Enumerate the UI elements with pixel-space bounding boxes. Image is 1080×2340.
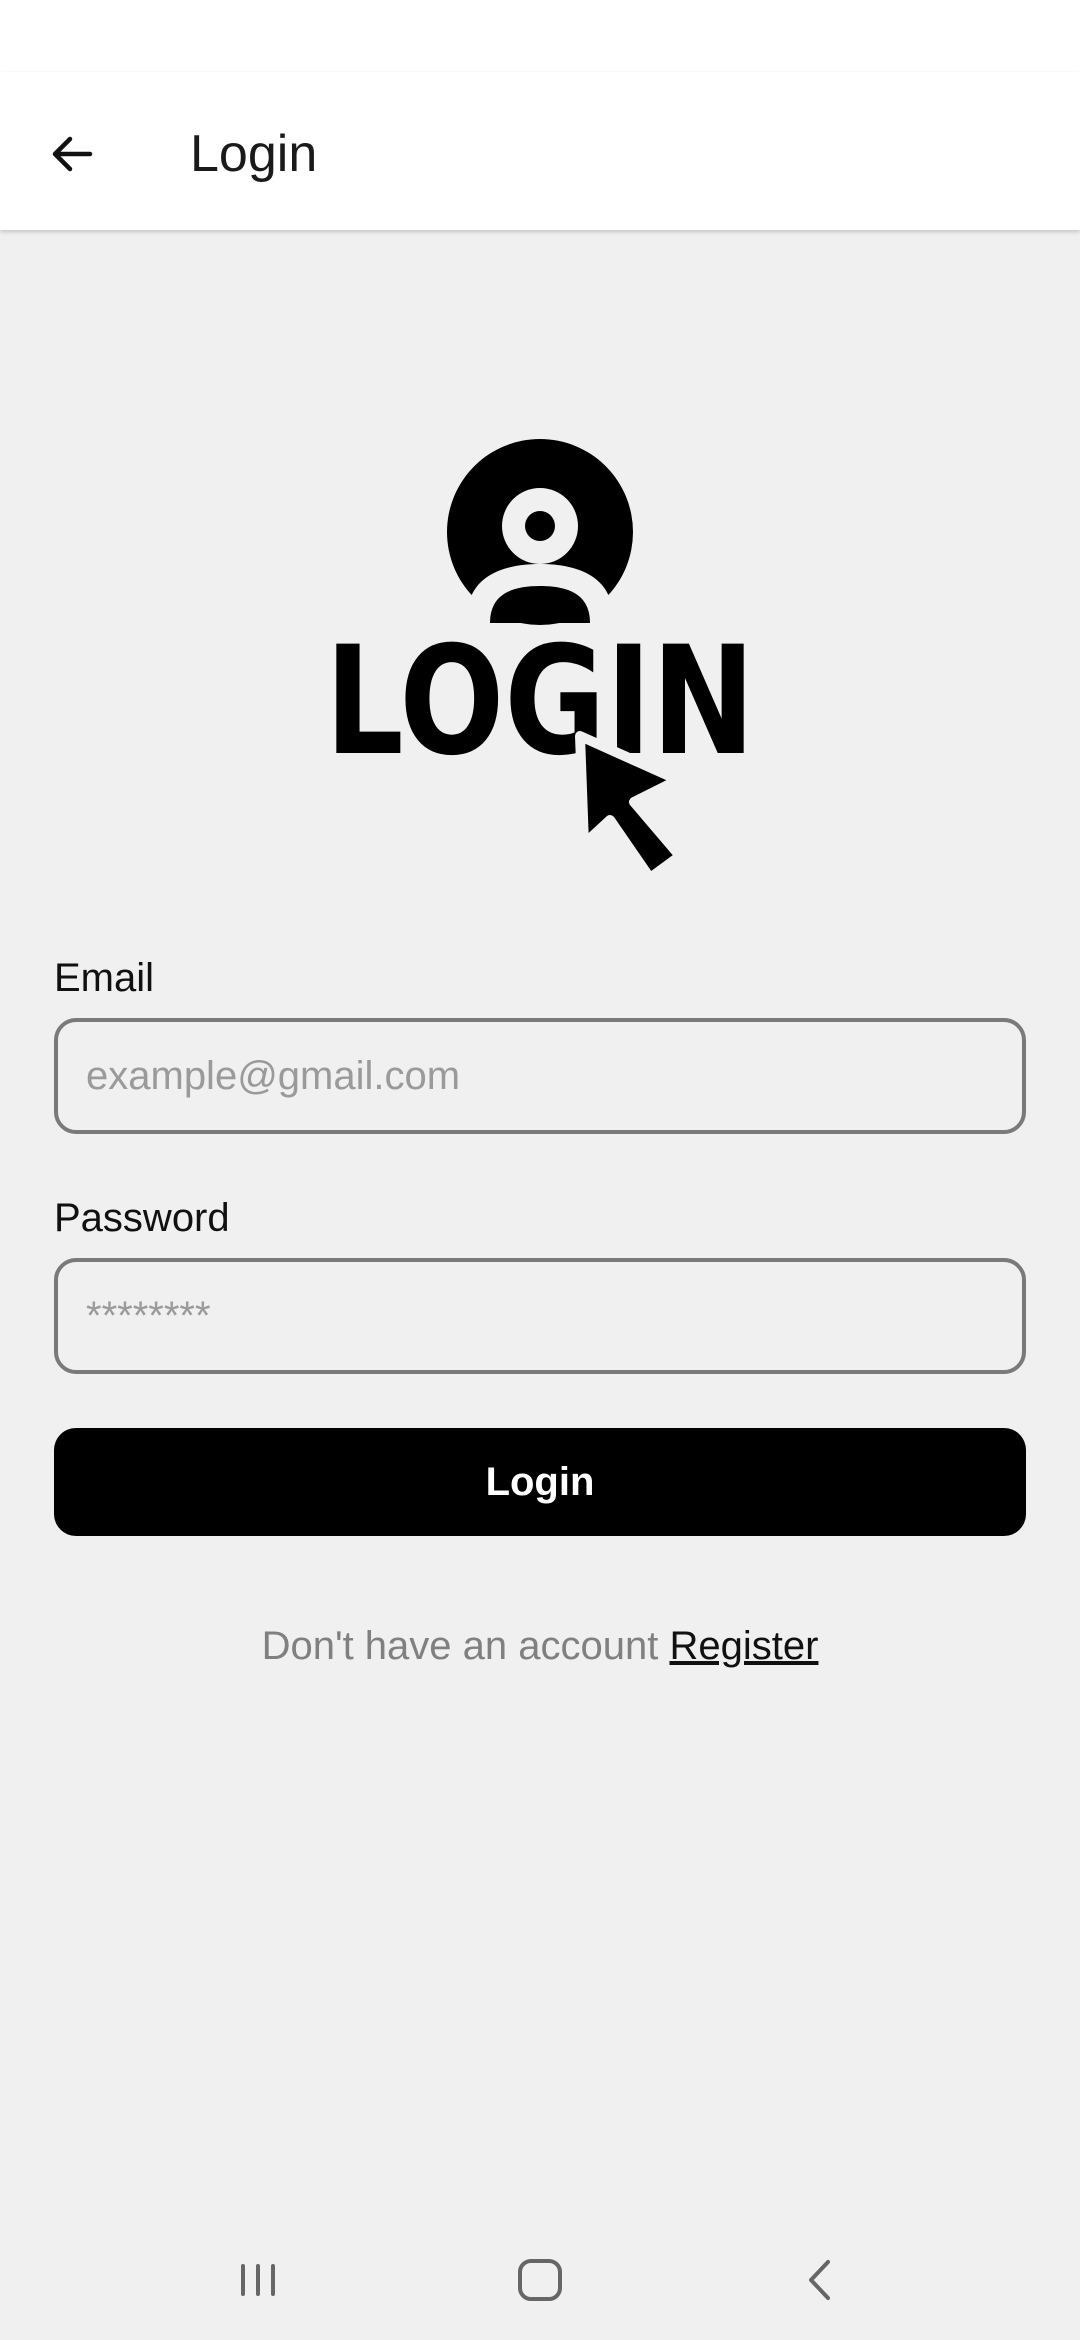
- page-title: Login: [190, 125, 318, 183]
- home-icon: [518, 2259, 562, 2301]
- back-button[interactable]: [36, 118, 108, 190]
- arrow-back-icon: [52, 136, 93, 172]
- logo-text: LOGIN: [325, 615, 755, 789]
- login-button[interactable]: Login: [54, 1428, 1026, 1536]
- status-bar: [0, 0, 1080, 72]
- recent-apps-button[interactable]: [198, 2220, 318, 2340]
- email-label: Email: [54, 956, 155, 1000]
- register-prompt: Don't have an account: [261, 1624, 659, 1668]
- system-back-button[interactable]: [762, 2220, 882, 2340]
- home-button[interactable]: [480, 2220, 600, 2340]
- password-input[interactable]: [54, 1258, 1026, 1374]
- login-user-cursor-logo: LOGIN: [325, 439, 755, 883]
- register-row: Don't have an account Register: [0, 1618, 1080, 1674]
- email-input[interactable]: [54, 1018, 1026, 1134]
- register-link[interactable]: Register: [669, 1624, 818, 1668]
- system-back-icon: [809, 2260, 830, 2300]
- recent-apps-icon: [241, 2264, 275, 2296]
- app-bar: Login: [0, 72, 1080, 230]
- password-label: Password: [54, 1196, 230, 1240]
- login-logo: LOGIN: [322, 436, 758, 883]
- system-nav-bar: [0, 2220, 1080, 2340]
